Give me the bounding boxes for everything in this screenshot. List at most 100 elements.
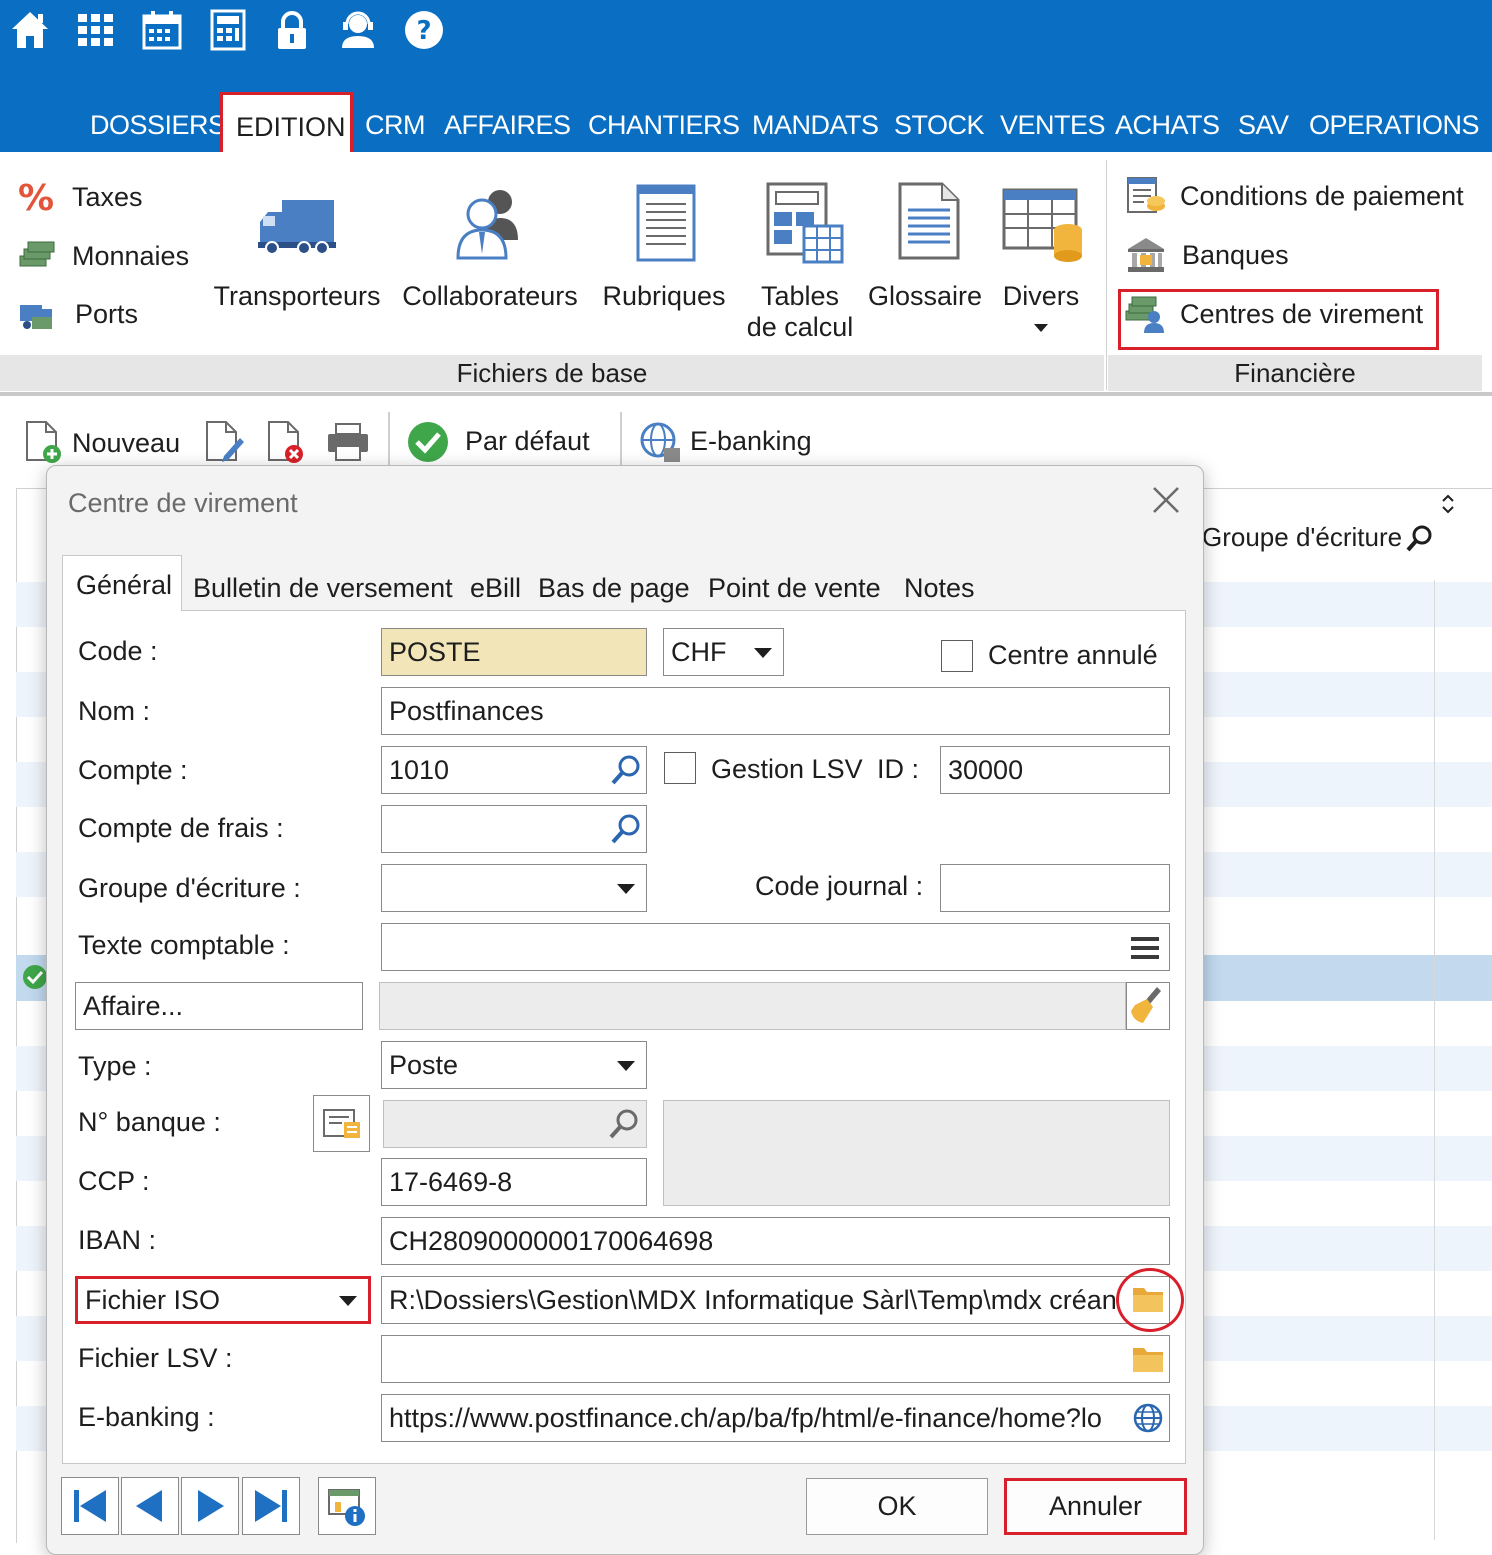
next-record-button[interactable] — [181, 1477, 239, 1535]
menu-sav[interactable]: SAV — [1238, 110, 1289, 141]
menu-ventes[interactable]: VENTES — [1000, 110, 1106, 141]
record-info-icon — [328, 1489, 365, 1526]
tab-bas-de-page[interactable]: Bas de page — [538, 573, 690, 604]
new-document-icon[interactable] — [24, 420, 64, 464]
fichier-iso-select[interactable]: Fichier ISO — [75, 1276, 371, 1324]
print-icon[interactable] — [326, 422, 370, 462]
nom-input[interactable]: Postfinances — [381, 687, 1170, 735]
tab-notes[interactable]: Notes — [904, 573, 975, 604]
toolbar-par-defaut[interactable]: Par défaut — [465, 426, 590, 457]
code-input[interactable]: POSTE — [381, 628, 647, 676]
close-icon[interactable] — [1148, 482, 1184, 518]
menu-edition[interactable]: EDITION — [220, 92, 353, 154]
ribbon-glossaire[interactable]: Glossaire — [862, 280, 988, 312]
texte-comptable-input[interactable] — [381, 923, 1170, 971]
clear-affaire-button[interactable] — [1126, 982, 1170, 1030]
first-record-button[interactable] — [61, 1477, 119, 1535]
chevron-down-icon — [339, 1296, 357, 1306]
last-record-button[interactable] — [242, 1477, 300, 1535]
delete-document-icon[interactable] — [266, 420, 306, 464]
label-type: Type : — [78, 1051, 152, 1081]
fichier-iso-label: Fichier ISO — [85, 1284, 221, 1315]
iban-input[interactable]: CH2809000000170064698 — [381, 1217, 1170, 1265]
gestion-lsv-checkbox[interactable] — [664, 752, 696, 784]
lock-icon[interactable] — [270, 8, 314, 52]
calculator-icon[interactable] — [206, 8, 250, 52]
apps-grid-icon[interactable] — [74, 8, 118, 52]
affaire-button[interactable]: Affaire... — [75, 982, 363, 1030]
search-icon[interactable] — [610, 754, 642, 786]
menu-dossiers[interactable]: DOSSIERS — [90, 110, 226, 141]
bank-address-display — [663, 1100, 1170, 1206]
bank-icon — [1126, 235, 1166, 275]
label-code: Code : — [78, 636, 158, 666]
ribbon-conditions-paiement[interactable]: Conditions de paiement — [1180, 181, 1464, 212]
search-icon[interactable] — [610, 813, 642, 845]
previous-record-button[interactable] — [121, 1477, 179, 1535]
folder-icon[interactable] — [1131, 1344, 1165, 1374]
record-info-button[interactable] — [318, 1477, 376, 1535]
check-default-icon[interactable] — [406, 420, 450, 464]
search-icon[interactable] — [1404, 524, 1434, 554]
calendar-icon[interactable] — [140, 8, 184, 52]
help-icon[interactable]: ? — [402, 8, 446, 52]
id-input[interactable]: 30000 — [940, 746, 1170, 794]
menu-affaires[interactable]: AFFAIRES — [444, 110, 571, 141]
fichier-lsv-input[interactable] — [381, 1335, 1170, 1383]
sort-icon[interactable] — [1438, 492, 1458, 516]
edit-document-icon[interactable] — [204, 420, 246, 464]
fichier-iso-input[interactable]: R:\Dossiers\Gestion\MDX Informatique Sàr… — [381, 1276, 1170, 1324]
ribbon-ports[interactable]: Ports — [75, 299, 138, 330]
ribbon-tables-label-1[interactable]: Tables — [730, 280, 870, 312]
type-select[interactable]: Poste — [381, 1041, 647, 1089]
toolbar-nouveau[interactable]: Nouveau — [72, 428, 180, 459]
home-icon[interactable] — [8, 8, 52, 52]
menu-achats[interactable]: ACHATS — [1115, 110, 1220, 141]
ribbon-banques[interactable]: Banques — [1182, 240, 1289, 271]
globe-icon[interactable] — [1132, 1402, 1164, 1434]
menu-mandats[interactable]: MANDATS — [752, 110, 879, 141]
centre-annule-checkbox[interactable] — [941, 640, 973, 672]
tab-ebill[interactable]: eBill — [470, 573, 521, 604]
svg-text:%: % — [18, 178, 54, 218]
toolbar-ebanking[interactable]: E-banking — [690, 426, 812, 457]
ribbon-collaborateurs[interactable]: Collaborateurs — [402, 280, 578, 312]
active-tab-joint — [63, 609, 181, 612]
menu-lines-icon[interactable] — [1131, 935, 1159, 961]
ribbon-transporteurs[interactable]: Transporteurs — [212, 280, 382, 312]
divers-dropdown-arrow[interactable] — [1034, 324, 1048, 332]
ribbon-bottom-border — [0, 392, 1492, 396]
ribbon-monnaies[interactable]: Monnaies — [72, 241, 189, 272]
menu-operations[interactable]: OPERATIONS — [1309, 110, 1480, 141]
compte-frais-input[interactable] — [381, 805, 647, 853]
label-nom: Nom : — [78, 696, 151, 726]
chevron-down-icon — [1034, 324, 1048, 332]
ebanking-url-input[interactable]: https://www.postfinance.ch/ap/ba/fp/html… — [381, 1394, 1170, 1442]
ribbon-taxes[interactable]: Taxes — [72, 182, 143, 213]
ribbon-tables-label-2[interactable]: de calcul — [730, 311, 870, 343]
ok-button[interactable]: OK — [806, 1478, 988, 1535]
broom-icon — [1131, 987, 1161, 1023]
tab-point-de-vente[interactable]: Point de vente — [708, 573, 881, 604]
compte-input[interactable]: 1010 — [381, 746, 647, 794]
label-texte-comptable: Texte comptable : — [78, 930, 290, 960]
label-centre-annule: Centre annulé — [988, 640, 1158, 670]
bank-lookup-button[interactable] — [313, 1095, 370, 1152]
tab-general-label[interactable]: Général — [76, 570, 172, 601]
user-support-icon[interactable] — [336, 8, 380, 52]
groupe-ecriture-select[interactable] — [381, 864, 647, 912]
grid-header-groupe-ecriture[interactable]: Groupe d'écriture — [1202, 522, 1402, 553]
ccp-input[interactable]: 17-6469-8 — [381, 1158, 647, 1206]
menu-crm[interactable]: CRM — [365, 110, 426, 141]
menu-chantiers[interactable]: CHANTIERS — [588, 110, 740, 141]
grid-column-separator — [1434, 580, 1435, 1540]
ribbon-divers[interactable]: Divers — [992, 280, 1090, 312]
tab-bulletin-versement[interactable]: Bulletin de versement — [193, 573, 453, 604]
menu-stock[interactable]: STOCK — [894, 110, 985, 141]
previous-icon — [136, 1490, 162, 1522]
code-journal-input[interactable] — [940, 864, 1170, 912]
ebanking-globe-icon[interactable] — [640, 420, 682, 464]
currency-select[interactable]: CHF — [663, 628, 784, 676]
annuler-button[interactable]: Annuler — [1004, 1478, 1187, 1535]
ribbon-rubriques[interactable]: Rubriques — [598, 280, 730, 312]
